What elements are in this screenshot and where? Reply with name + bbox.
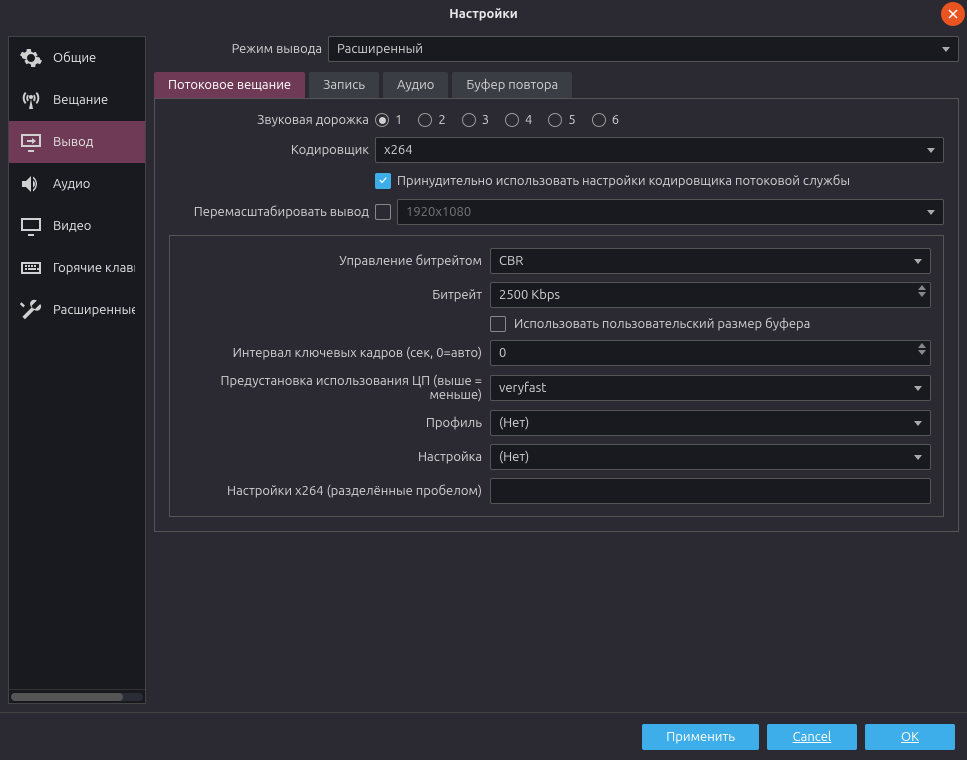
output-mode-select[interactable]: Расширенный: [328, 36, 959, 62]
rescale-select[interactable]: 1920x1080: [397, 199, 944, 225]
chevron-down-icon: [914, 455, 922, 460]
encoder-value: x264: [384, 143, 413, 157]
stepper-up-icon[interactable]: [918, 285, 926, 290]
x264opts-label: Настройки x264 (разделённые пробелом): [182, 484, 482, 498]
preset-select[interactable]: veryfast: [490, 375, 931, 401]
tab-audio[interactable]: Аудио: [383, 72, 448, 98]
rescale-checkbox[interactable]: [375, 204, 391, 220]
keyint-value: 0: [499, 346, 506, 360]
enforce-label: Принудительно использовать настройки код…: [397, 174, 850, 188]
audio-track-radio-3[interactable]: 3: [462, 113, 489, 127]
stepper-down-icon[interactable]: [918, 350, 926, 355]
tune-value: (Нет): [499, 450, 529, 464]
output-mode-value: Расширенный: [337, 42, 423, 56]
tune-select[interactable]: (Нет): [490, 444, 931, 470]
preset-value: veryfast: [499, 381, 546, 395]
ok-button[interactable]: OK: [865, 724, 955, 750]
rescale-value: 1920x1080: [406, 205, 471, 219]
stepper-down-icon[interactable]: [918, 292, 926, 297]
close-icon: [948, 9, 958, 19]
radio-icon: [592, 113, 606, 127]
sidebar-item-label: Вещание: [53, 93, 108, 107]
titlebar: Настройки: [0, 0, 967, 28]
scrollbar-thumb[interactable]: [11, 693, 123, 701]
profile-select[interactable]: (Нет): [490, 410, 931, 436]
custom-buffer-label: Использовать пользовательский размер буф…: [514, 317, 810, 331]
audio-track-radios: 1 2 3 4 5 6: [375, 113, 619, 127]
audio-track-label: Звуковая дорожка: [169, 113, 369, 127]
sidebar-item-label: Аудио: [53, 177, 90, 191]
chevron-down-icon: [914, 386, 922, 391]
tune-label: Настройка: [182, 450, 482, 464]
keyint-input[interactable]: 0: [490, 340, 931, 366]
tab-recording[interactable]: Запись: [309, 72, 379, 98]
sidebar-item-audio[interactable]: Аудио: [9, 163, 145, 205]
sidebar-item-hotkeys[interactable]: Горячие клавиши: [9, 247, 145, 289]
sidebar-hscrollbar[interactable]: [9, 689, 145, 703]
sidebar: Общие Вещание Вывод Аудио Видео Горячие …: [8, 36, 146, 704]
sidebar-item-general[interactable]: Общие: [9, 37, 145, 79]
encoder-select[interactable]: x264: [375, 137, 944, 163]
radio-icon: [548, 113, 562, 127]
audio-track-radio-6[interactable]: 6: [592, 113, 619, 127]
sidebar-item-label: Общие: [53, 51, 96, 65]
content-panel: Режим вывода Расширенный Потоковое вещан…: [154, 36, 959, 704]
chevron-down-icon: [914, 259, 922, 264]
monitor-arrow-icon: [19, 130, 43, 154]
audio-track-radio-2[interactable]: 2: [418, 113, 445, 127]
sidebar-item-label: Вывод: [53, 135, 93, 149]
window-title: Настройки: [449, 7, 517, 21]
keyint-label: Интервал ключевых кадров (сек, 0=авто): [182, 346, 482, 360]
chevron-down-icon: [927, 148, 935, 153]
preset-label: Предустановка использования ЦП (выше = м…: [182, 374, 482, 402]
gear-icon: [19, 46, 43, 70]
sidebar-item-label: Расширенные: [53, 303, 135, 317]
radio-icon: [375, 113, 389, 127]
streaming-panel: Звуковая дорожка 1 2 3 4 5 6 Кодировщик …: [154, 98, 959, 532]
enforce-checkbox[interactable]: [375, 173, 391, 189]
tab-streaming[interactable]: Потоковое вещание: [154, 72, 305, 98]
encoder-settings-panel: Управление битрейтом CBR Битрейт 2500 Kb…: [169, 235, 944, 517]
audio-track-radio-4[interactable]: 4: [505, 113, 532, 127]
tools-icon: [19, 298, 43, 322]
audio-track-radio-1[interactable]: 1: [375, 113, 402, 127]
radio-icon: [505, 113, 519, 127]
audio-track-radio-5[interactable]: 5: [548, 113, 575, 127]
sidebar-item-stream[interactable]: Вещание: [9, 79, 145, 121]
profile-label: Профиль: [182, 416, 482, 430]
radio-icon: [418, 113, 432, 127]
dialog-footer: Применить Cancel OK: [0, 712, 967, 760]
sidebar-item-video[interactable]: Видео: [9, 205, 145, 247]
sidebar-item-output[interactable]: Вывод: [9, 121, 145, 163]
speaker-icon: [19, 172, 43, 196]
sidebar-item-advanced[interactable]: Расширенные: [9, 289, 145, 331]
close-button[interactable]: [941, 2, 965, 26]
rate-control-select[interactable]: CBR: [490, 248, 931, 274]
profile-value: (Нет): [499, 416, 529, 430]
sidebar-item-label: Горячие клавиши: [53, 261, 135, 275]
apply-button[interactable]: Применить: [642, 724, 759, 750]
output-mode-label: Режим вывода: [154, 42, 322, 56]
radio-icon: [462, 113, 476, 127]
antenna-icon: [19, 88, 43, 112]
custom-buffer-checkbox[interactable]: [490, 316, 506, 332]
bitrate-label: Битрейт: [182, 288, 482, 302]
chevron-down-icon: [942, 47, 950, 52]
tab-replaybuffer[interactable]: Буфер повтора: [452, 72, 572, 98]
chevron-down-icon: [927, 210, 935, 215]
rescale-label: Перемасштабировать вывод: [169, 205, 369, 219]
cancel-button[interactable]: Cancel: [767, 724, 857, 750]
keyboard-icon: [19, 256, 43, 280]
rate-control-label: Управление битрейтом: [182, 254, 482, 268]
encoder-label: Кодировщик: [169, 143, 369, 157]
tabs: Потоковое вещание Запись Аудио Буфер пов…: [154, 72, 959, 98]
monitor-icon: [19, 214, 43, 238]
stepper-up-icon[interactable]: [918, 343, 926, 348]
sidebar-item-label: Видео: [53, 219, 91, 233]
chevron-down-icon: [914, 421, 922, 426]
bitrate-value: 2500 Kbps: [499, 288, 560, 302]
rate-control-value: CBR: [499, 254, 523, 268]
x264opts-input[interactable]: [490, 478, 931, 504]
bitrate-input[interactable]: 2500 Kbps: [490, 282, 931, 308]
